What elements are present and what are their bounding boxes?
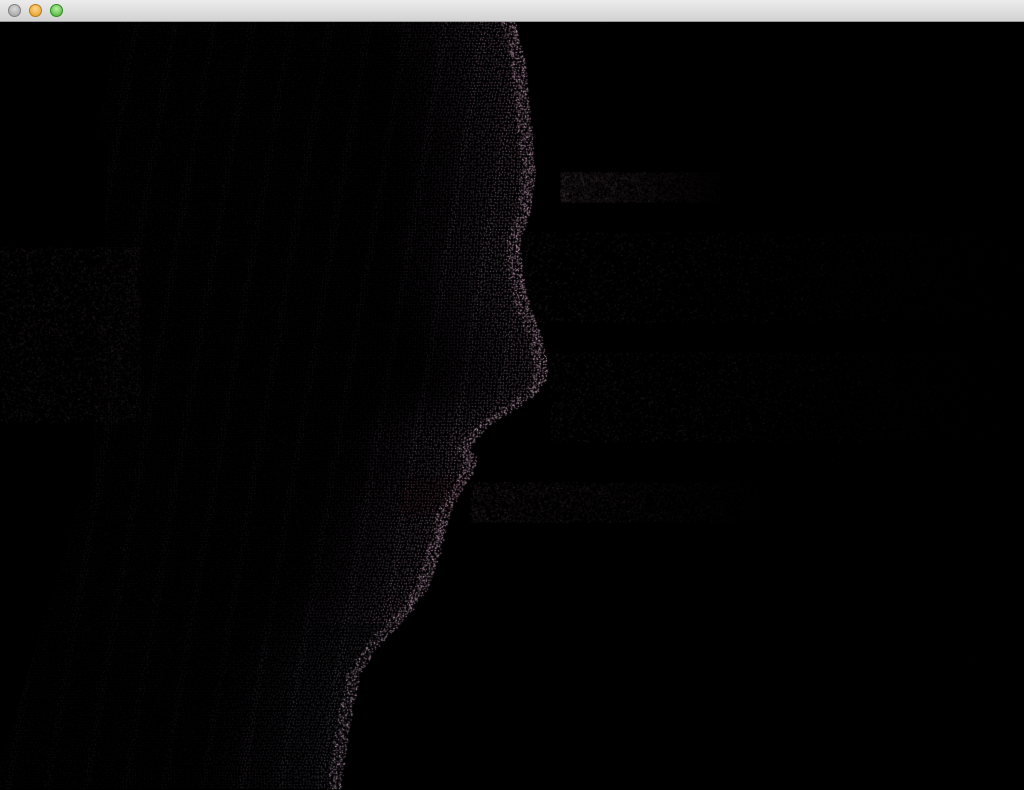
minimize-button[interactable] <box>29 4 42 17</box>
point-cloud-canvas[interactable] <box>0 22 1024 790</box>
point-cloud-viewport[interactable] <box>0 22 1024 790</box>
title-bar[interactable] <box>0 0 1024 22</box>
zoom-button[interactable] <box>50 4 63 17</box>
close-button[interactable] <box>8 4 21 17</box>
app-window <box>0 0 1024 790</box>
